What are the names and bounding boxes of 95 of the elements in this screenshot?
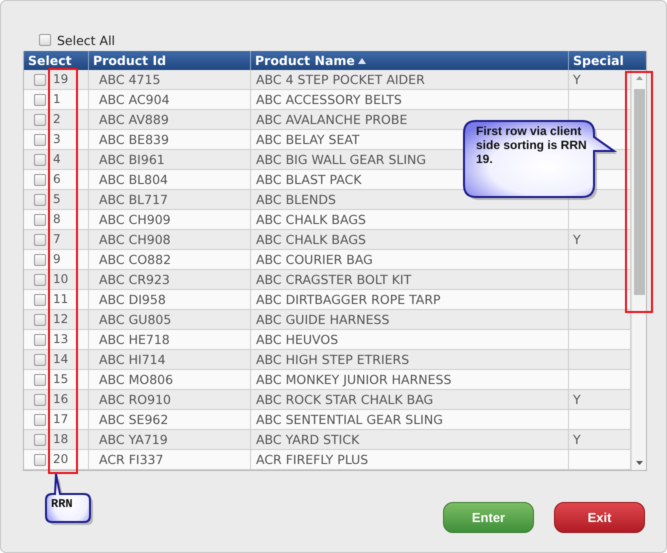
row-checkbox[interactable] [34, 294, 46, 306]
product-name-cell: ABC SENTENTIAL GEAR SLING [256, 412, 443, 427]
product-id-cell: ABC CH908 [99, 232, 171, 247]
column-header[interactable]: Special [569, 51, 646, 70]
row-checkbox[interactable] [34, 434, 46, 446]
rrn-number: 3 [53, 131, 61, 148]
row-checkbox[interactable] [34, 454, 46, 466]
product-id-cell: ABC BI961 [99, 152, 165, 167]
row-checkbox[interactable] [34, 354, 46, 366]
scrollbar-thumb[interactable] [634, 89, 645, 295]
rrn-number: 16 [53, 391, 68, 408]
product-id-cell: ABC BL717 [99, 192, 168, 207]
row-checkbox[interactable] [34, 94, 46, 106]
product-name-cell: ABC GUIDE HARNESS [256, 312, 390, 327]
product-name-cell: ACR FIREFLY PLUS [256, 452, 368, 467]
select-all-label: Select All [57, 32, 116, 48]
rrn-number: 18 [53, 431, 68, 448]
row-checkbox[interactable] [34, 234, 46, 246]
product-name-cell: ABC YARD STICK [256, 432, 360, 447]
product-name-cell: ABC BLENDS [256, 192, 336, 207]
row-checkbox[interactable] [34, 114, 46, 126]
rrn-number: 20 [53, 451, 68, 468]
scroll-up-icon[interactable] [636, 76, 643, 80]
rrn-number: 12 [53, 311, 68, 328]
row-checkbox[interactable] [34, 154, 46, 166]
product-name-cell: ABC MONKEY JUNIOR HARNESS [256, 372, 452, 387]
row-checkbox[interactable] [34, 134, 46, 146]
product-name-cell: ABC CRAGSTER BOLT KIT [256, 272, 412, 287]
product-id-cell: ABC RO910 [99, 392, 171, 407]
product-id-cell: ABC CH909 [99, 212, 171, 227]
product-name-cell: ABC BELAY SEAT [256, 132, 360, 147]
product-id-cell: ABC DI958 [99, 292, 166, 307]
row-checkbox[interactable] [34, 274, 46, 286]
product-id-cell: ABC MO806 [99, 372, 174, 387]
callout-text: First row via client side sorting is RRN 19. [476, 124, 588, 166]
product-id-cell: ABC BE839 [99, 132, 169, 147]
product-id-cell: ABC GU805 [99, 312, 172, 327]
product-id-cell: ABC BL804 [99, 172, 168, 187]
product-id-cell: ABC SE962 [99, 412, 168, 427]
row-checkbox[interactable] [34, 394, 46, 406]
row-checkbox[interactable] [34, 374, 46, 386]
exit-button[interactable]: Exit [554, 502, 645, 533]
product-id-cell: ABC YA719 [99, 432, 168, 447]
product-id-cell: ABC CO882 [99, 252, 172, 267]
rrn-number: 7 [53, 231, 61, 248]
product-name-cell: ABC CHALK BAGS [256, 212, 366, 227]
product-id-cell: ACR FI337 [99, 452, 164, 467]
rrn-number: 10 [53, 271, 68, 288]
product-id-cell: ABC AC904 [99, 92, 170, 107]
row-checkbox[interactable] [34, 254, 46, 266]
select-all-checkbox[interactable] [39, 34, 51, 46]
scrollbar[interactable] [631, 70, 646, 470]
product-id-cell: ABC HI714 [99, 352, 166, 367]
special-cell: Y [573, 72, 581, 87]
rrn-number: 2 [53, 111, 61, 128]
row-checkbox[interactable] [34, 414, 46, 426]
product-name-cell: ABC BIG WALL GEAR SLING [256, 152, 426, 167]
rrn-number: 17 [53, 411, 68, 428]
callout-text: RRN [51, 497, 73, 511]
callout-bubble [46, 474, 94, 526]
row-checkbox[interactable] [34, 194, 46, 206]
row-checkbox[interactable] [34, 214, 46, 226]
row-checkbox[interactable] [34, 174, 46, 186]
row-checkbox[interactable] [34, 334, 46, 346]
special-cell: Y [573, 392, 581, 407]
rrn-number: 1 [53, 91, 61, 108]
rrn-number: 6 [53, 171, 61, 188]
product-name-cell: ABC BLAST PACK [256, 172, 362, 187]
rrn-number: 13 [53, 331, 68, 348]
product-name-cell: ABC COURIER BAG [256, 252, 373, 267]
rrn-number: 5 [53, 191, 61, 208]
product-name-cell: ABC ACCESSORY BELTS [256, 92, 402, 107]
rrn-number: 11 [53, 291, 68, 308]
product-name-cell: ABC DIRTBAGGER ROPE TARP [256, 292, 441, 307]
product-name-cell: ABC ROCK STAR CHALK BAG [256, 392, 434, 407]
rrn-number: 9 [53, 251, 61, 268]
product-id-cell: ABC AV889 [99, 112, 169, 127]
product-id-cell: ABC CR923 [99, 272, 170, 287]
product-id-cell: ABC HE718 [99, 332, 170, 347]
product-name-cell: ABC HIGH STEP ETRIERS [256, 352, 410, 367]
special-cell: Y [573, 232, 581, 247]
rrn-number: 4 [53, 151, 61, 168]
product-id-cell: ABC 4715 [99, 72, 160, 87]
product-name-cell: ABC CHALK BAGS [256, 232, 366, 247]
product-name-cell: ABC 4 STEP POCKET AIDER [256, 72, 425, 87]
scroll-down-icon[interactable] [636, 461, 643, 465]
row-checkbox[interactable] [34, 74, 46, 86]
rrn-number: 19 [53, 71, 68, 88]
special-cell: Y [573, 432, 581, 447]
row-checkbox[interactable] [34, 314, 46, 326]
rrn-number: 14 [53, 351, 68, 368]
rrn-number: 15 [53, 371, 68, 388]
product-name-cell: ABC HEUVOS [256, 332, 338, 347]
product-name-cell: ABC AVALANCHE PROBE [256, 112, 408, 127]
rrn-number: 8 [53, 211, 61, 228]
